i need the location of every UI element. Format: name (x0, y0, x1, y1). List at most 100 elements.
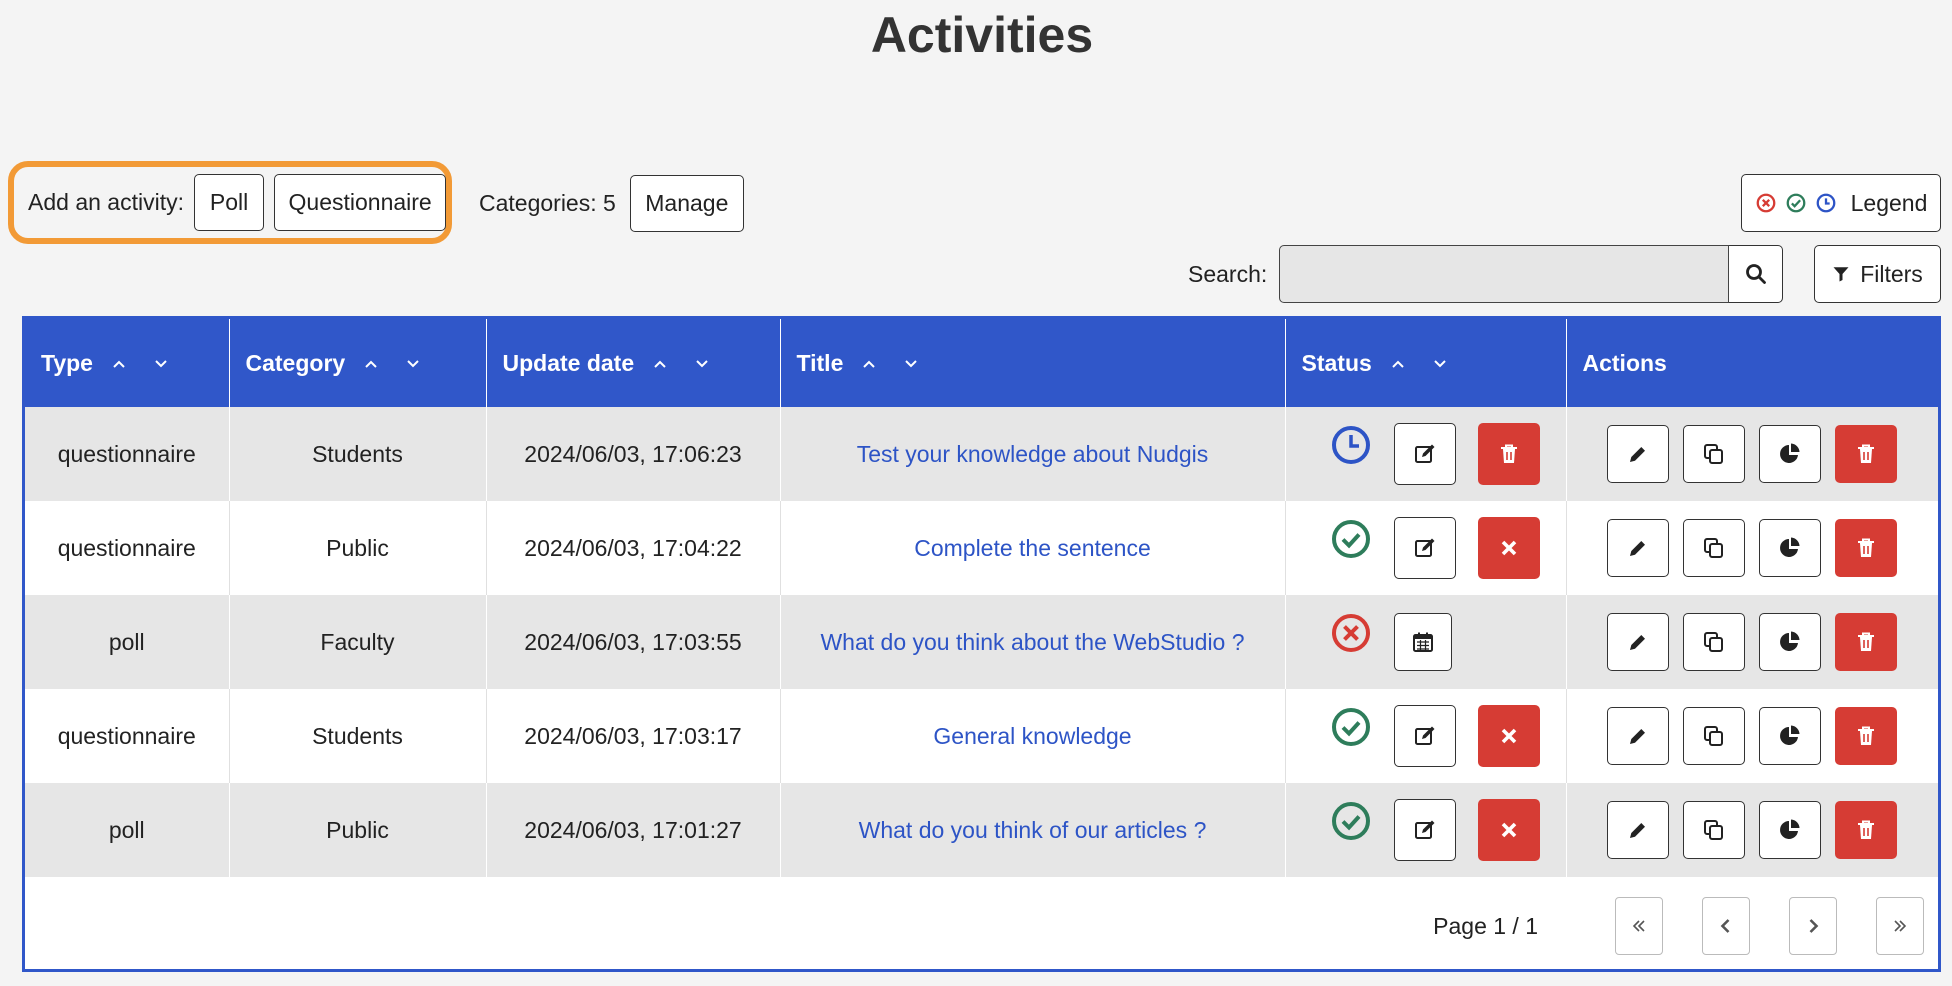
duplicate-button[interactable] (1682, 519, 1745, 577)
cell-type: questionnaire (25, 407, 230, 501)
cell-title: General knowledge (780, 689, 1286, 783)
delete-schedule-button[interactable] (1477, 423, 1540, 485)
table-row: questionnaire Students 2024/06/03, 17:03:1… (25, 689, 1938, 783)
deactivate-button[interactable] (1477, 517, 1540, 579)
duplicate-button[interactable] (1682, 801, 1745, 859)
inactive-icon (1756, 193, 1776, 213)
delete-button[interactable] (1834, 801, 1897, 859)
cell-type: questionnaire (25, 689, 230, 783)
edit-status-icon (1414, 726, 1434, 745)
delete-button[interactable] (1834, 519, 1897, 577)
search-input[interactable] (1279, 245, 1730, 303)
add-questionnaire-button[interactable]: Questionnaire (274, 174, 446, 231)
cell-update-date: 2024/06/03, 17:04:22 (486, 501, 781, 595)
pencil-icon (1629, 729, 1645, 744)
edit-status-button[interactable] (1393, 517, 1456, 579)
activity-title-link[interactable]: What do you think about the WebStudio ? (820, 629, 1244, 655)
statistics-button[interactable] (1758, 801, 1821, 859)
edit-status-icon (1414, 538, 1434, 557)
sort-asc-icon[interactable] (1388, 357, 1408, 371)
sort-desc-icon[interactable] (151, 357, 171, 371)
legend-button[interactable]: Legend (1741, 174, 1941, 232)
edit-status-icon (1414, 444, 1434, 463)
first-page-button[interactable] (1615, 897, 1663, 955)
table-row: poll Faculty 2024/06/03, 17:03:55 What do y… (25, 595, 1938, 689)
statistics-button[interactable] (1758, 519, 1821, 577)
schedule-button[interactable] (1393, 613, 1452, 671)
table-row: poll Public 2024/06/03, 17:01:27 What do yo… (25, 783, 1938, 877)
edit-status-button[interactable] (1393, 423, 1456, 485)
sort-desc-icon[interactable] (1430, 357, 1450, 371)
trash-icon (1857, 538, 1874, 557)
sort-desc-icon[interactable] (901, 357, 921, 371)
cell-status (1285, 689, 1567, 783)
activity-title-link[interactable]: Complete the sentence (914, 535, 1151, 561)
cell-status (1285, 595, 1567, 689)
edit-status-button[interactable] (1393, 705, 1456, 767)
pie-chart-icon (1779, 443, 1799, 463)
double-chevron-left-icon (1632, 920, 1645, 932)
pencil-icon (1629, 823, 1645, 838)
pie-chart-icon (1779, 819, 1799, 839)
cell-update-date: 2024/06/03, 17:06:23 (486, 407, 781, 501)
statistics-button[interactable] (1758, 707, 1821, 765)
edit-button[interactable] (1606, 707, 1669, 765)
search-label: Search: (1188, 260, 1268, 287)
chevron-left-icon (1720, 919, 1730, 933)
next-page-button[interactable] (1789, 897, 1837, 955)
search-button[interactable] (1729, 245, 1784, 303)
activity-title-link[interactable]: General knowledge (933, 723, 1131, 749)
activity-title-link[interactable]: What do you think of our articles ? (859, 817, 1207, 843)
statistics-button[interactable] (1758, 425, 1821, 483)
delete-button[interactable] (1834, 613, 1897, 671)
edit-button[interactable] (1606, 801, 1669, 859)
cell-category: Public (229, 783, 487, 877)
edit-button[interactable] (1606, 519, 1669, 577)
double-chevron-right-icon (1894, 920, 1907, 932)
table-header-row: Type Category Update date Title Status A… (25, 319, 1938, 407)
column-header-status: Status (1285, 319, 1567, 407)
active-icon (1331, 802, 1370, 840)
calendar-icon (1412, 632, 1433, 652)
edit-status-icon (1414, 820, 1434, 839)
sort-asc-icon[interactable] (109, 357, 129, 371)
last-page-button[interactable] (1876, 897, 1924, 955)
manage-categories-button[interactable]: Manage (629, 175, 744, 232)
cell-category: Students (229, 689, 487, 783)
filters-button[interactable]: Filters (1814, 245, 1941, 303)
chevron-right-icon (1809, 919, 1819, 933)
statistics-button[interactable] (1758, 613, 1821, 671)
sort-asc-icon[interactable] (859, 357, 879, 371)
categories-group: Categories: 5 Manage (479, 175, 744, 232)
filter-icon (1833, 267, 1849, 282)
duplicate-button[interactable] (1682, 707, 1745, 765)
trash-icon (1857, 444, 1874, 463)
add-poll-button[interactable]: Poll (193, 174, 265, 231)
pie-chart-icon (1779, 725, 1799, 745)
deactivate-button[interactable] (1477, 799, 1540, 861)
edit-status-button[interactable] (1393, 799, 1456, 861)
activities-table: Type Category Update date Title Status A… (22, 316, 1941, 972)
sort-asc-icon[interactable] (650, 357, 670, 371)
delete-button[interactable] (1834, 707, 1897, 765)
sort-asc-icon[interactable] (361, 357, 381, 371)
column-header-actions: Actions (1582, 349, 1667, 376)
sort-desc-icon[interactable] (403, 357, 423, 371)
add-activity-label: Add an activity: (28, 189, 184, 215)
search-icon (1745, 264, 1766, 284)
sort-desc-icon[interactable] (692, 357, 712, 371)
column-header-category: Category (229, 319, 487, 407)
previous-page-button[interactable] (1702, 897, 1750, 955)
pie-chart-icon (1779, 631, 1799, 651)
edit-button[interactable] (1606, 425, 1669, 483)
duplicate-button[interactable] (1682, 425, 1745, 483)
deactivate-button[interactable] (1477, 705, 1540, 767)
legend-label: Legend (1850, 189, 1928, 216)
duplicate-button[interactable] (1682, 613, 1745, 671)
delete-button[interactable] (1834, 425, 1897, 483)
edit-button[interactable] (1606, 613, 1669, 671)
activity-title-link[interactable]: Test your knowledge about Nudgis (857, 441, 1209, 467)
cell-title: What do you think about the WebStudio ? (780, 595, 1286, 689)
scheduled-icon (1331, 426, 1370, 464)
cell-actions (1566, 501, 1938, 595)
